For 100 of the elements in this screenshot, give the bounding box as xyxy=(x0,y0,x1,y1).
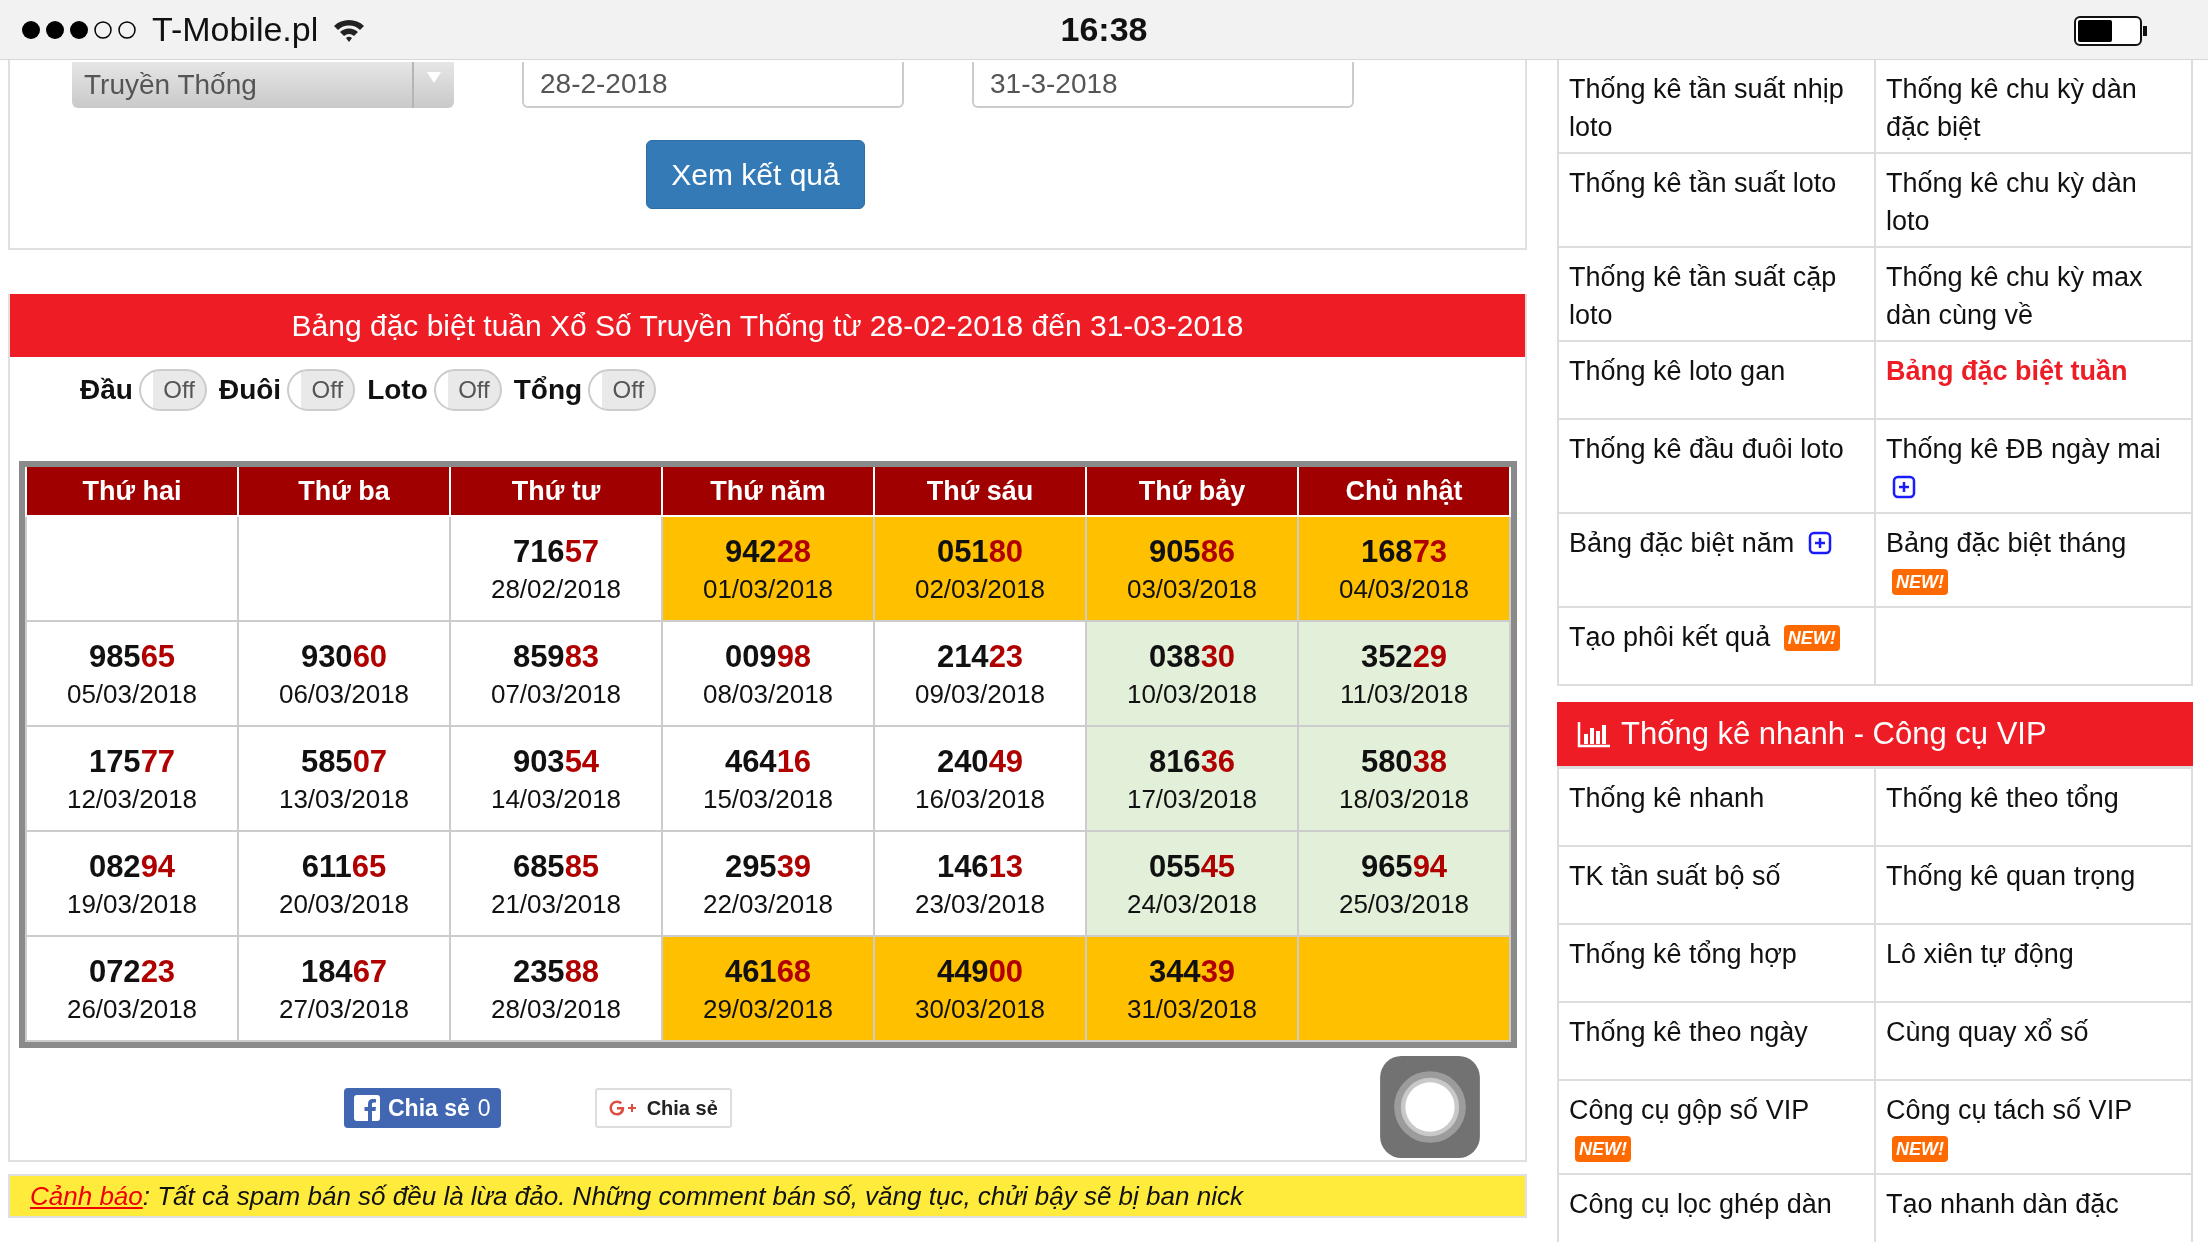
menu-link[interactable]: Thống kê đầu đuôi loto xyxy=(1569,430,1844,468)
result-number: 21423 xyxy=(935,637,1025,676)
result-number: 90354 xyxy=(511,742,601,781)
result-number: 23588 xyxy=(511,952,601,991)
menu-link[interactable]: Thống kê nhanh xyxy=(1569,779,1765,817)
menu-link[interactable]: Công cụ gộp số VIP xyxy=(1569,1091,1810,1129)
result-date: 08/03/2018 xyxy=(701,677,835,711)
menu-link[interactable]: Thống kê chu kỳ max dàn cùng về xyxy=(1886,258,2181,334)
assistive-touch-button[interactable] xyxy=(1380,1056,1480,1158)
column-header: Thứ hai xyxy=(26,467,238,516)
result-number: 90586 xyxy=(1147,532,1237,571)
toggle-switch[interactable]: Off xyxy=(138,369,207,411)
toggle-switch[interactable]: Off xyxy=(433,369,502,411)
result-number: 34439 xyxy=(1147,952,1237,991)
result-date: 28/02/2018 xyxy=(489,572,623,606)
menu-link[interactable]: Thống kê chu kỳ dàn đặc biệt xyxy=(1886,70,2181,146)
result-date: 19/03/2018 xyxy=(65,887,199,921)
toggle-label: Đuôi xyxy=(218,374,282,406)
result-number: 05180 xyxy=(935,532,1025,571)
menu-link[interactable]: Công cụ lọc ghép dàn xyxy=(1569,1185,1832,1223)
menu-link[interactable]: Cùng quay xổ số xyxy=(1886,1013,2089,1051)
column-header: Thứ sáu xyxy=(874,467,1086,516)
menu-link[interactable]: Lô xiên tự động xyxy=(1886,935,2074,973)
result-date: 10/03/2018 xyxy=(1125,677,1259,711)
result-number: 46416 xyxy=(723,742,813,781)
result-date: 06/03/2018 xyxy=(277,677,411,711)
warning-link[interactable]: Cảnh báo xyxy=(30,1181,143,1211)
result-date: 26/03/2018 xyxy=(65,992,199,1026)
menu-link[interactable]: Thống kê ĐB ngày mai xyxy=(1886,430,2161,468)
menu-link[interactable]: Thống kê loto gan xyxy=(1569,352,1786,390)
menu-link[interactable]: Thống kê tần suất loto xyxy=(1569,164,1837,202)
carrier-name: T-Mobile.pl xyxy=(152,10,319,49)
facebook-share-button[interactable]: Chia sẻ 0 xyxy=(344,1088,501,1128)
result-number: 85983 xyxy=(511,637,601,676)
result-number: 93060 xyxy=(299,637,389,676)
menu-link[interactable]: Tạo phôi kết quả xyxy=(1569,618,1771,656)
toggle-switch[interactable]: Off xyxy=(287,369,356,411)
result-number: 29539 xyxy=(723,847,813,886)
menu-link[interactable]: Công cụ tách số VIP xyxy=(1886,1091,2133,1129)
result-number: 16873 xyxy=(1359,532,1449,571)
facebook-icon xyxy=(354,1095,380,1121)
result-number: 07223 xyxy=(87,952,177,991)
new-badge: NEW! xyxy=(1892,1136,1948,1162)
result-number: 81636 xyxy=(1147,742,1237,781)
result-number: 18467 xyxy=(299,952,389,991)
warning-message: Cảnh báo: Tất cả spam bán số đều là lừa đảo. Những comment bán số, văng tục, chửi bậy sẽ bị ban nick xyxy=(29,1180,1245,1213)
result-date: 04/03/2018 xyxy=(1337,572,1471,606)
result-number: 61165 xyxy=(300,847,388,886)
result-date: 05/03/2018 xyxy=(65,677,199,711)
result-number: 71657 xyxy=(511,532,601,571)
google-share-button[interactable]: Chia sẻ xyxy=(594,1088,732,1128)
result-date: 01/03/2018 xyxy=(701,572,835,606)
result-date: 31/03/2018 xyxy=(1125,992,1259,1026)
google-plus-icon xyxy=(608,1099,637,1117)
menu-link[interactable]: Bảng đặc biệt tháng xyxy=(1886,524,2127,562)
menu-link[interactable]: Bảng đặc biệt năm xyxy=(1569,524,1795,562)
result-date: 02/03/2018 xyxy=(913,572,1047,606)
result-number: 05545 xyxy=(1147,847,1237,886)
result-date: 20/03/2018 xyxy=(277,887,411,921)
submit-button[interactable]: Xem kết quả xyxy=(646,140,865,209)
menu-link[interactable]: Bảng đặc biệt tuần xyxy=(1886,352,2128,390)
result-number: 14613 xyxy=(935,847,1025,886)
start-date-field[interactable]: 28-2-2018 xyxy=(522,62,904,108)
result-number: 98565 xyxy=(87,637,177,676)
menu-link[interactable]: Thống kê tần suất nhịp loto xyxy=(1569,70,1864,146)
toggle-label: Tổng xyxy=(513,374,583,406)
clock-time: 16:38 xyxy=(1060,10,1148,49)
end-date-field[interactable]: 31-3-2018 xyxy=(972,62,1354,108)
new-badge: NEW! xyxy=(1575,1136,1631,1162)
menu-link[interactable]: Thống kê tổng hợp xyxy=(1569,935,1797,973)
lottery-select[interactable]: Truyền Thống xyxy=(72,62,454,108)
menu-link[interactable]: Thống kê chu kỳ dàn loto xyxy=(1886,164,2181,240)
result-date: 25/03/2018 xyxy=(1337,887,1471,921)
result-number: 94228 xyxy=(723,532,813,571)
result-date: 24/03/2018 xyxy=(1125,887,1259,921)
result-date: 15/03/2018 xyxy=(701,782,835,816)
result-date: 12/03/2018 xyxy=(65,782,199,816)
plus-box-icon xyxy=(1892,475,1916,499)
result-number: 17577 xyxy=(87,742,177,781)
result-date: 29/03/2018 xyxy=(701,992,835,1026)
menu-link[interactable]: Thống kê tần suất cặp loto xyxy=(1569,258,1864,334)
result-date: 17/03/2018 xyxy=(1125,782,1259,816)
result-date: 16/03/2018 xyxy=(913,782,1047,816)
result-date: 28/03/2018 xyxy=(489,992,623,1026)
result-title-bar: Bảng đặc biệt tuần Xổ Số Truyền Thống từ 28-02-2018 đến 31-03-2018 xyxy=(10,294,1525,357)
column-header: Chủ nhật xyxy=(1298,467,1510,516)
menu-link[interactable]: Tạo nhanh dàn đặc xyxy=(1886,1185,2119,1223)
toggle-switch[interactable]: Off xyxy=(588,369,657,411)
menu-link[interactable]: TK tần suất bộ số xyxy=(1569,857,1781,895)
column-header: Thứ bảy xyxy=(1086,467,1298,516)
menu-link[interactable]: Thống kê quan trọng xyxy=(1886,857,2136,895)
result-number: 96594 xyxy=(1359,847,1449,886)
result-number: 44900 xyxy=(935,952,1025,991)
result-number: 24049 xyxy=(935,742,1025,781)
menu-link[interactable]: Thống kê theo ngày xyxy=(1569,1013,1808,1051)
result-date: 13/03/2018 xyxy=(277,782,411,816)
menu-link[interactable]: Thống kê theo tổng xyxy=(1886,779,2119,817)
bar-chart-icon xyxy=(1577,720,1611,748)
new-badge: NEW! xyxy=(1892,569,1948,595)
result-date: 21/03/2018 xyxy=(489,887,623,921)
